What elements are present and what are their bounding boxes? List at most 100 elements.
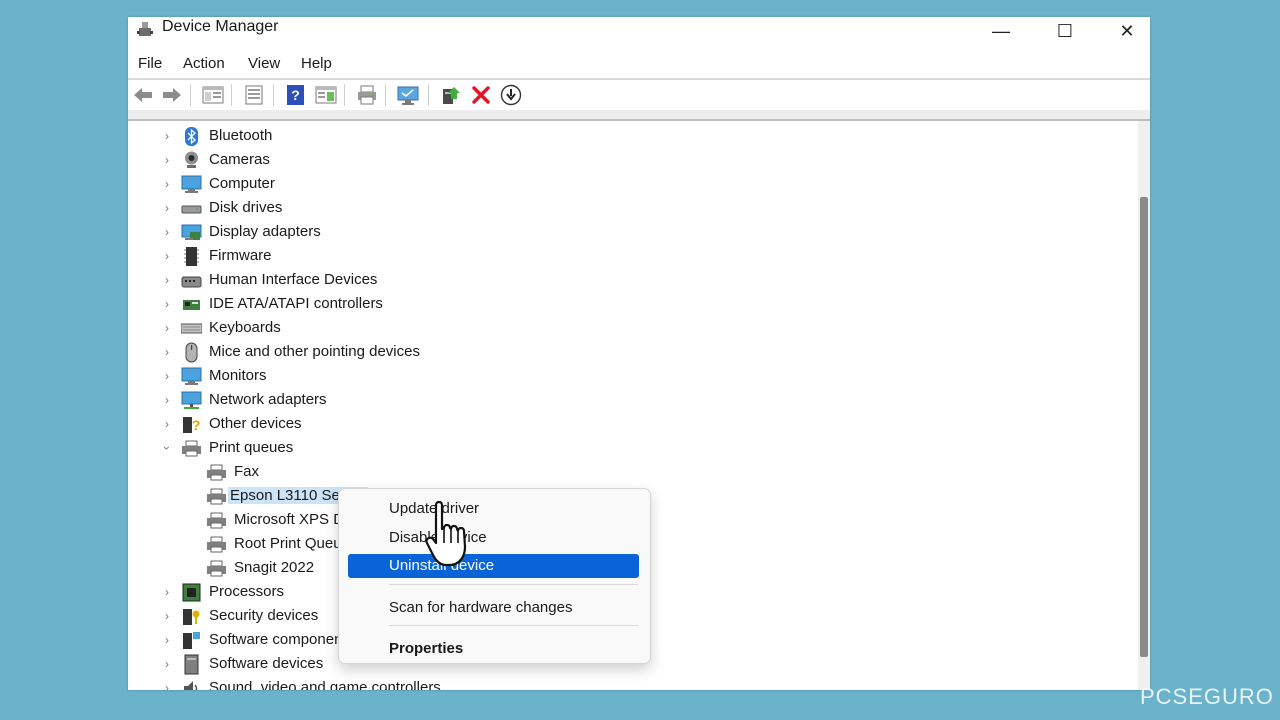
chevron-right-icon[interactable]: › bbox=[161, 153, 173, 167]
chevron-right-icon[interactable]: › bbox=[161, 609, 173, 623]
tree-item-label: Keyboards bbox=[209, 319, 281, 336]
tree-item-label: Network adapters bbox=[209, 391, 327, 408]
chevron-right-icon[interactable]: › bbox=[161, 417, 173, 431]
tree-item-mice[interactable]: › Mice and other pointing devices bbox=[128, 341, 728, 365]
chevron-right-icon[interactable]: › bbox=[161, 633, 173, 647]
printer-icon bbox=[206, 534, 227, 555]
close-icon: ✕ bbox=[1119, 20, 1135, 41]
menu-action[interactable]: Action bbox=[183, 55, 225, 72]
menu-view[interactable]: View bbox=[248, 55, 280, 72]
show-hide-tree-icon bbox=[202, 86, 224, 104]
computer-icon bbox=[181, 174, 202, 195]
chevron-down-icon[interactable]: › bbox=[160, 442, 174, 454]
minimize-icon: — bbox=[992, 20, 1010, 41]
chevron-right-icon[interactable]: › bbox=[161, 225, 173, 239]
ide-controller-icon bbox=[181, 294, 202, 315]
tree-item-computer[interactable]: › Computer bbox=[128, 173, 728, 197]
tree-item-label: Other devices bbox=[209, 415, 302, 432]
menu-bar: File Action View Help bbox=[128, 53, 1150, 77]
tree-item-label: Software components bbox=[209, 631, 355, 648]
help-button[interactable]: ? bbox=[284, 83, 308, 107]
chevron-right-icon[interactable]: › bbox=[161, 129, 173, 143]
tree-item-print-queues[interactable]: › Print queues bbox=[128, 437, 728, 461]
close-button[interactable]: ✕ bbox=[1104, 17, 1150, 45]
view-pane-button[interactable] bbox=[314, 83, 338, 107]
chevron-right-icon[interactable]: › bbox=[161, 201, 173, 215]
print-icon bbox=[358, 85, 376, 105]
vertical-scrollbar[interactable] bbox=[1138, 121, 1150, 690]
tree-item-label: Monitors bbox=[209, 367, 267, 384]
tree-item-bluetooth[interactable]: › Bluetooth bbox=[128, 125, 728, 149]
download-circle-icon bbox=[500, 84, 522, 106]
ctx-scan-hardware[interactable]: Scan for hardware changes bbox=[348, 596, 639, 620]
ctx-separator bbox=[389, 625, 638, 626]
svg-text:?: ? bbox=[192, 417, 201, 433]
tree-item-firmware[interactable]: › Firmware bbox=[128, 245, 728, 269]
minimize-button[interactable]: — bbox=[978, 17, 1024, 45]
back-button[interactable] bbox=[131, 83, 155, 107]
tree-item-other-devices[interactable]: › ? Other devices bbox=[128, 413, 728, 437]
svg-text:?: ? bbox=[291, 87, 300, 103]
maximize-button[interactable]: ☐ bbox=[1042, 17, 1088, 45]
tree-item-display-adapters[interactable]: › Display adapters bbox=[128, 221, 728, 245]
tree-item-monitors[interactable]: › Monitors bbox=[128, 365, 728, 389]
tree-item-label: Disk drives bbox=[209, 199, 283, 216]
chevron-right-icon[interactable]: › bbox=[161, 177, 173, 191]
hid-icon bbox=[181, 270, 202, 291]
chevron-right-icon[interactable]: › bbox=[161, 249, 173, 263]
tree-child-fax[interactable]: Fax bbox=[128, 461, 728, 485]
toolbar-separator bbox=[273, 84, 274, 106]
uninstall-x-icon bbox=[472, 86, 490, 104]
chevron-right-icon[interactable]: › bbox=[161, 369, 173, 383]
show-hide-tree-button[interactable] bbox=[201, 83, 225, 107]
printer-icon bbox=[206, 462, 227, 483]
menu-help[interactable]: Help bbox=[301, 55, 332, 72]
tree-item-label: Display adapters bbox=[209, 223, 321, 240]
chevron-right-icon[interactable]: › bbox=[161, 297, 173, 311]
camera-icon bbox=[181, 150, 202, 171]
tree-item-human-interface-devices[interactable]: › Human Interface Devices bbox=[128, 269, 728, 293]
properties-button[interactable] bbox=[242, 83, 266, 107]
forward-button[interactable] bbox=[160, 83, 184, 107]
chevron-right-icon[interactable]: › bbox=[161, 681, 173, 690]
tree-item-label: Snagit 2022 bbox=[234, 559, 315, 576]
ctx-uninstall-device[interactable]: Uninstall device bbox=[348, 554, 639, 578]
tree-item-keyboards[interactable]: › Keyboards bbox=[128, 317, 728, 341]
chevron-right-icon[interactable]: › bbox=[161, 393, 173, 407]
tree-item-label: Mice and other pointing devices bbox=[209, 343, 420, 360]
tree-item-network-adapters[interactable]: › Network adapters bbox=[128, 389, 728, 413]
device-manager-app-icon bbox=[136, 20, 154, 38]
toolbar-separator bbox=[344, 84, 345, 106]
chevron-right-icon[interactable]: › bbox=[161, 345, 173, 359]
ctx-update-driver[interactable]: Update driver bbox=[348, 497, 639, 521]
toolbar-separator bbox=[231, 84, 232, 106]
ctx-properties[interactable]: Properties bbox=[348, 637, 639, 661]
display-adapter-icon bbox=[181, 222, 202, 243]
print-button[interactable] bbox=[355, 83, 379, 107]
tree-item-sound-video-game[interactable]: › Sound, video and game controllers bbox=[128, 677, 728, 690]
chevron-right-icon[interactable]: › bbox=[161, 321, 173, 335]
tree-item-cameras[interactable]: › Cameras bbox=[128, 149, 728, 173]
back-arrow-icon bbox=[134, 88, 152, 102]
ctx-disable-device[interactable]: Disable device bbox=[348, 526, 639, 550]
scan-hardware-button[interactable] bbox=[396, 83, 420, 107]
uninstall-button[interactable] bbox=[469, 83, 493, 107]
menu-file[interactable]: File bbox=[138, 55, 162, 72]
tree-item-ide-controllers[interactable]: › IDE ATA/ATAPI controllers bbox=[128, 293, 728, 317]
chevron-right-icon[interactable]: › bbox=[161, 657, 173, 671]
scrollbar-thumb[interactable] bbox=[1140, 197, 1148, 657]
security-device-icon bbox=[181, 606, 202, 627]
title-bar[interactable]: Device Manager — ☐ ✕ bbox=[128, 17, 1150, 49]
chevron-right-icon[interactable]: › bbox=[161, 273, 173, 287]
disk-drive-icon bbox=[181, 198, 202, 219]
tree-item-disk-drives[interactable]: › Disk drives bbox=[128, 197, 728, 221]
tree-item-label: Bluetooth bbox=[209, 127, 273, 144]
update-driver-button[interactable] bbox=[439, 83, 463, 107]
other-devices-icon: ? bbox=[181, 414, 202, 435]
toolbar: ? bbox=[128, 80, 1150, 110]
forward-arrow-icon bbox=[163, 88, 181, 102]
mouse-icon bbox=[181, 342, 202, 363]
tree-item-label: Cameras bbox=[209, 151, 270, 168]
chevron-right-icon[interactable]: › bbox=[161, 585, 173, 599]
disable-device-button[interactable] bbox=[499, 83, 523, 107]
